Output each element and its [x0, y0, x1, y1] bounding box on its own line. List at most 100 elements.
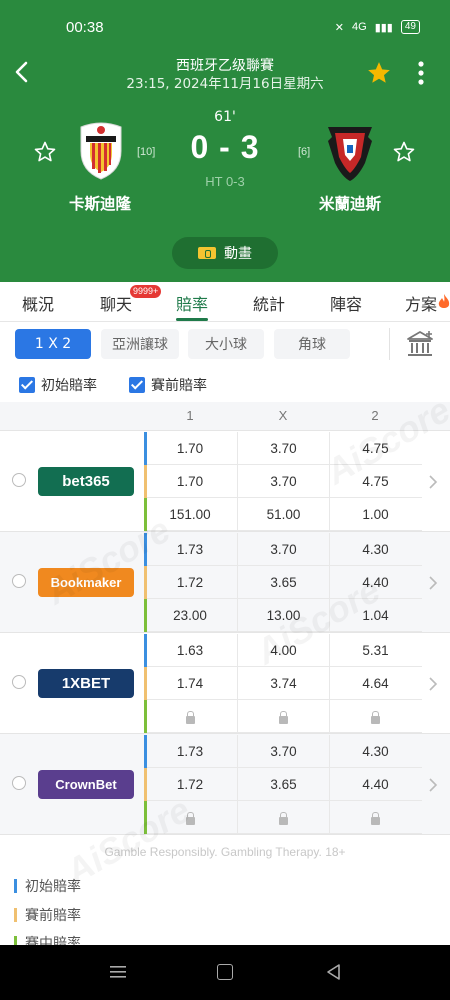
match-minute: 61' [214, 109, 236, 125]
odds-cell[interactable]: 23.00 [144, 599, 236, 632]
chip-over-under[interactable]: 大小球 [188, 329, 264, 359]
chevron-right-icon[interactable] [428, 778, 438, 792]
tab-overview[interactable]: 概況 [22, 291, 54, 315]
odds-cell[interactable]: 4.00 [237, 634, 329, 667]
odds-cell[interactable]: 1.00 [329, 498, 421, 531]
bookmaker-radio[interactable] [12, 675, 26, 689]
legend-label: 賽前賠率 [25, 908, 81, 924]
signal-icon: ▮▮▮ [374, 21, 393, 34]
checkbox-icon[interactable] [129, 377, 145, 393]
lock-icon [279, 812, 288, 825]
odds-cell[interactable]: 1.63 [144, 634, 236, 667]
odds-cell[interactable]: 5.31 [329, 634, 421, 667]
chip-corners[interactable]: 角球 [274, 329, 350, 359]
away-team-name[interactable]: 米蘭迪斯 [310, 192, 390, 214]
odds-locked-cell[interactable] [329, 801, 421, 834]
tab-chat[interactable]: 聊天 [100, 291, 132, 315]
odds-cell[interactable]: 3.70 [237, 465, 329, 498]
checkbox-pre-match-odds[interactable]: 賽前賠率 [129, 375, 207, 395]
home-team-crest[interactable] [76, 121, 126, 181]
bookmaker-radio[interactable] [12, 776, 26, 790]
back-triangle-icon[interactable] [325, 963, 341, 981]
odds-line: 1.72 3.65 4.40 [144, 566, 422, 599]
odds-locked-cell[interactable] [329, 700, 421, 733]
responsible-gambling-note: Gamble Responsibly. Gambling Therapy. 18… [104, 845, 346, 859]
odds-cell[interactable]: 3.65 [237, 768, 329, 801]
star-outline-icon[interactable] [33, 140, 57, 164]
odds-line: 1.70 3.70 4.75 [144, 432, 422, 465]
bookmaker-row[interactable]: bet365 1.70 3.70 4.75 1.70 3.70 4.75 151.00 51.0… [0, 431, 450, 532]
chat-badge: 9999+ [130, 285, 162, 298]
odds-cell[interactable]: 3.65 [237, 566, 329, 599]
bookmaker-row[interactable]: 1XBET 1.63 4.00 5.31 1.74 3.74 4.64 [0, 633, 450, 734]
match-header: 00:38 ✕ 4G ▮▮▮ 49 西班牙乙级聯賽 23:15, 2024年11… [0, 0, 450, 282]
lock-icon [279, 711, 288, 724]
odds-locked-cell[interactable] [144, 700, 236, 733]
star-filled-icon[interactable] [366, 60, 392, 86]
legend-initial-odds: 初始賠率 [14, 876, 81, 896]
odds-locked-cell[interactable] [237, 801, 329, 834]
away-rank: [6] [298, 146, 311, 158]
bookmaker-row[interactable]: CrownBet 1.73 3.70 4.30 1.72 3.65 4.40 [0, 734, 450, 835]
recent-apps-icon[interactable] [110, 965, 126, 979]
column-away: 2 [371, 408, 379, 423]
checkbox-initial-odds[interactable]: 初始賠率 [19, 375, 97, 395]
odds-cell[interactable]: 4.64 [329, 667, 421, 700]
bookmaker-radio[interactable] [12, 473, 26, 487]
odds-cell[interactable]: 3.70 [237, 735, 329, 768]
animation-icon [198, 247, 216, 259]
status-icons: ✕ 4G ▮▮▮ 49 [335, 20, 420, 34]
animation-button[interactable]: 動畫 [172, 237, 278, 269]
chevron-right-icon[interactable] [428, 677, 438, 691]
odds-cell[interactable]: 1.72 [144, 566, 236, 599]
star-outline-icon[interactable] [392, 140, 416, 164]
odds-locked-cell[interactable] [144, 801, 236, 834]
odds-cell[interactable]: 1.70 [144, 432, 236, 465]
odds-line [144, 801, 422, 834]
tab-lineup[interactable]: 陣容 [330, 291, 362, 315]
status-time: 00:38 [66, 19, 104, 36]
odds-cell[interactable]: 4.75 [329, 432, 421, 465]
odds-cell[interactable]: 1.74 [144, 667, 236, 700]
odds-cell[interactable]: 4.40 [329, 566, 421, 599]
lock-icon [185, 812, 195, 825]
odds-cell[interactable]: 4.30 [329, 735, 421, 768]
odds-cell[interactable]: 1.70 [144, 465, 236, 498]
odds-cell[interactable]: 13.00 [237, 599, 329, 632]
tab-active-indicator [176, 318, 208, 321]
system-nav-bar [0, 945, 450, 1000]
tab-tips[interactable]: 方案 [405, 291, 437, 315]
odds-cell[interactable]: 1.73 [144, 533, 236, 566]
home-team-name[interactable]: 卡斯迪隆 [60, 192, 140, 214]
odds-locked-cell[interactable] [237, 700, 329, 733]
odds-cell[interactable]: 3.74 [237, 667, 329, 700]
odds-line: 1.63 4.00 5.31 [144, 634, 422, 667]
away-team-crest[interactable] [325, 123, 375, 183]
chevron-right-icon[interactable] [428, 576, 438, 590]
odds-cell[interactable]: 51.00 [237, 498, 329, 531]
bookmaker-logo: bet365 [38, 467, 134, 496]
tab-stats[interactable]: 統計 [253, 291, 285, 315]
chevron-right-icon[interactable] [428, 475, 438, 489]
checkbox-icon[interactable] [19, 377, 35, 393]
bookmaker-radio[interactable] [12, 574, 26, 588]
mute-icon: ✕ [334, 21, 345, 34]
odds-cell[interactable]: 4.40 [329, 768, 421, 801]
odds-cell[interactable]: 1.72 [144, 768, 236, 801]
odds-cell[interactable]: 1.73 [144, 735, 236, 768]
odds-cell[interactable]: 1.04 [329, 599, 421, 632]
odds-cell[interactable]: 151.00 [144, 498, 236, 531]
home-rank: [10] [137, 146, 156, 158]
chip-asian-handicap[interactable]: 亞洲讓球 [101, 329, 179, 359]
odds-cell[interactable]: 3.70 [237, 432, 329, 465]
home-icon[interactable] [217, 964, 233, 980]
lock-icon [185, 711, 195, 724]
odds-cell[interactable]: 4.30 [329, 533, 421, 566]
bank-icon[interactable] [405, 329, 435, 359]
tab-odds[interactable]: 賠率 [176, 291, 208, 315]
bookmaker-row[interactable]: Bookmaker 1.73 3.70 4.30 1.72 3.65 4.40 23.00 13… [0, 532, 450, 633]
odds-cell[interactable]: 3.70 [237, 533, 329, 566]
chip-1x2[interactable]: 1 X 2 [15, 329, 91, 359]
odds-cell[interactable]: 4.75 [329, 465, 421, 498]
more-vert-icon[interactable] [413, 60, 429, 86]
